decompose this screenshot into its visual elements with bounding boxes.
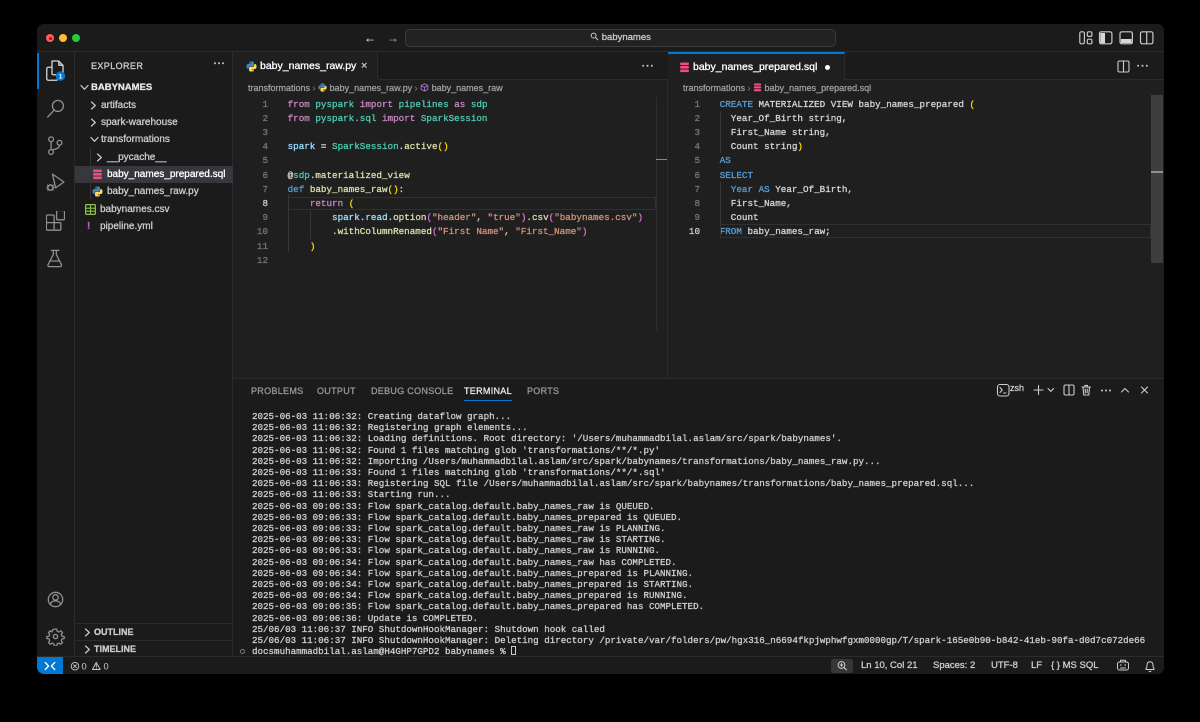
svg-text:0: 0 — [104, 661, 109, 671]
svg-text:1: 1 — [59, 73, 63, 80]
svg-text:0: 0 — [82, 661, 87, 671]
